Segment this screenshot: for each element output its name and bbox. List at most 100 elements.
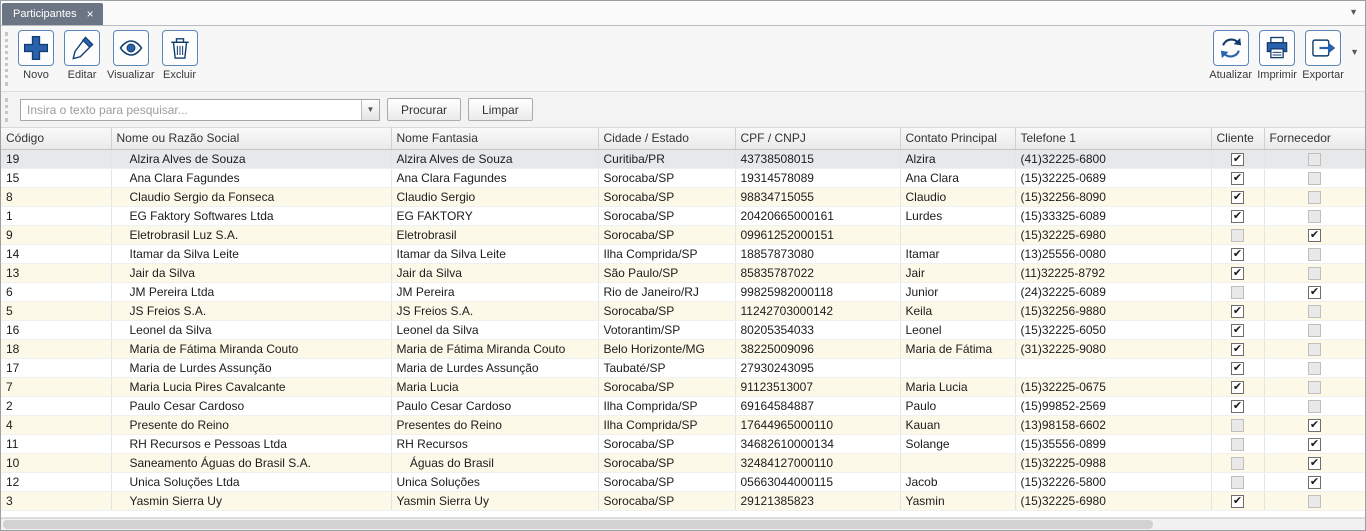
cliente-checkbox[interactable]: [1231, 286, 1244, 299]
table-row[interactable]: 2Paulo Cesar CardosoPaulo Cesar CardosoI…: [1, 396, 1365, 415]
novo-button[interactable]: Novo: [13, 29, 59, 82]
column-header[interactable]: Nome Fantasia: [391, 128, 598, 149]
fornecedor-checkbox[interactable]: ✔: [1308, 438, 1321, 451]
column-header[interactable]: Código: [1, 128, 111, 149]
cliente-checkbox[interactable]: [1231, 457, 1244, 470]
table-row[interactable]: 19Alzira Alves de SouzaAlzira Alves de S…: [1, 149, 1365, 168]
combo-dropdown-icon[interactable]: ▼: [361, 100, 379, 120]
table-row[interactable]: 6JM Pereira LtdaJM PereiraRio de Janeiro…: [1, 282, 1365, 301]
table-row[interactable]: 17Maria de Lurdes AssunçãoMaria de Lurde…: [1, 358, 1365, 377]
column-header[interactable]: Nome ou Razão Social: [111, 128, 391, 149]
cliente-checkbox[interactable]: ✔: [1231, 210, 1244, 223]
fornecedor-checkbox[interactable]: [1308, 172, 1321, 185]
limpar-button[interactable]: Limpar: [468, 98, 533, 121]
column-header[interactable]: Contato Principal: [900, 128, 1015, 149]
cell-nome: JM Pereira Ltda: [111, 282, 391, 301]
table-row[interactable]: 12Unica Soluções LtdaUnica SoluçõesSoroc…: [1, 472, 1365, 491]
fornecedor-checkbox[interactable]: [1308, 343, 1321, 356]
column-header[interactable]: Telefone 1: [1015, 128, 1211, 149]
fornecedor-checkbox[interactable]: ✔: [1308, 457, 1321, 470]
scrollbar-thumb[interactable]: [3, 520, 1153, 529]
column-header[interactable]: CPF / CNPJ: [735, 128, 900, 149]
procurar-button[interactable]: Procurar: [387, 98, 461, 121]
cell-fornecedor: [1264, 358, 1365, 377]
imprimir-button[interactable]: Imprimir: [1254, 29, 1300, 82]
fornecedor-checkbox[interactable]: [1308, 248, 1321, 261]
fornecedor-checkbox[interactable]: [1308, 400, 1321, 413]
fornecedor-checkbox[interactable]: ✔: [1308, 476, 1321, 489]
searchbar-grip[interactable]: [5, 98, 9, 122]
table-row[interactable]: 9Eletrobrasil Luz S.A.EletrobrasilSoroca…: [1, 225, 1365, 244]
cell-telefone: (11)32225-8792: [1015, 263, 1211, 282]
search-input[interactable]: [21, 100, 361, 120]
table-row[interactable]: 18Maria de Fátima Miranda CoutoMaria de …: [1, 339, 1365, 358]
fornecedor-checkbox[interactable]: [1308, 153, 1321, 166]
cliente-checkbox[interactable]: ✔: [1231, 267, 1244, 280]
column-header[interactable]: Cliente: [1211, 128, 1264, 149]
editar-button[interactable]: Editar: [59, 29, 105, 82]
cell-contato: Maria de Fátima: [900, 339, 1015, 358]
excluir-button[interactable]: Excluir: [157, 29, 203, 82]
table-row[interactable]: 8Claudio Sergio da FonsecaClaudio Sergio…: [1, 187, 1365, 206]
table-row[interactable]: 7Maria Lucia Pires CavalcanteMaria Lucia…: [1, 377, 1365, 396]
cell-fantasia: JM Pereira: [391, 282, 598, 301]
cliente-checkbox[interactable]: ✔: [1231, 324, 1244, 337]
cell-cidade: Sorocaba/SP: [598, 453, 735, 472]
column-header[interactable]: Cidade / Estado: [598, 128, 735, 149]
table-row[interactable]: 16Leonel da SilvaLeonel da SilvaVotorant…: [1, 320, 1365, 339]
atualizar-button[interactable]: Atualizar: [1207, 29, 1254, 82]
table-row[interactable]: 11RH Recursos e Pessoas LtdaRH RecursosS…: [1, 434, 1365, 453]
tab-participantes[interactable]: Participantes ×: [2, 3, 103, 25]
fornecedor-checkbox[interactable]: [1308, 191, 1321, 204]
fornecedor-checkbox[interactable]: [1308, 324, 1321, 337]
table-row[interactable]: 3Yasmin Sierra UyYasmin Sierra UySorocab…: [1, 491, 1365, 510]
cliente-checkbox[interactable]: ✔: [1231, 495, 1244, 508]
visualizar-button[interactable]: Visualizar: [105, 29, 157, 82]
toolbar-overflow-icon[interactable]: ▼: [1350, 47, 1359, 57]
cell-cidade: Ilha Comprida/SP: [598, 415, 735, 434]
cell-cliente: ✔: [1211, 396, 1264, 415]
cliente-checkbox[interactable]: ✔: [1231, 305, 1244, 318]
fornecedor-checkbox[interactable]: [1308, 362, 1321, 375]
fornecedor-checkbox[interactable]: [1308, 210, 1321, 223]
exportar-button[interactable]: Exportar: [1300, 29, 1346, 82]
fornecedor-checkbox[interactable]: ✔: [1308, 229, 1321, 242]
fornecedor-checkbox[interactable]: [1308, 305, 1321, 318]
fornecedor-checkbox[interactable]: ✔: [1308, 286, 1321, 299]
cliente-checkbox[interactable]: [1231, 476, 1244, 489]
fornecedor-checkbox[interactable]: [1308, 495, 1321, 508]
cell-cliente: [1211, 434, 1264, 453]
table-row[interactable]: 1EG Faktory Softwares LtdaEG FAKTORYSoro…: [1, 206, 1365, 225]
cell-contato: Paulo: [900, 396, 1015, 415]
cliente-checkbox[interactable]: ✔: [1231, 362, 1244, 375]
horizontal-scrollbar[interactable]: [1, 518, 1365, 530]
cell-cpf: 80205354033: [735, 320, 900, 339]
cliente-checkbox[interactable]: [1231, 438, 1244, 451]
cliente-checkbox[interactable]: ✔: [1231, 153, 1244, 166]
toolbar-grip[interactable]: [5, 32, 9, 86]
cliente-checkbox[interactable]: ✔: [1231, 191, 1244, 204]
cell-cidade: Belo Horizonte/MG: [598, 339, 735, 358]
close-icon[interactable]: ×: [87, 8, 94, 20]
table-row[interactable]: 10Saneamento Águas do Brasil S.A. Águas …: [1, 453, 1365, 472]
fornecedor-checkbox[interactable]: ✔: [1308, 419, 1321, 432]
table-row[interactable]: 15Ana Clara FagundesAna Clara FagundesSo…: [1, 168, 1365, 187]
fornecedor-checkbox[interactable]: [1308, 381, 1321, 394]
column-header[interactable]: Fornecedor: [1264, 128, 1365, 149]
cliente-checkbox[interactable]: [1231, 419, 1244, 432]
table-row[interactable]: 5JS Freios S.A.JS Freios S.A.Sorocaba/SP…: [1, 301, 1365, 320]
table-row[interactable]: 4Presente do ReinoPresentes do ReinoIlha…: [1, 415, 1365, 434]
cell-telefone: (31)32225-9080: [1015, 339, 1211, 358]
table-row[interactable]: 14Itamar da Silva LeiteItamar da Silva L…: [1, 244, 1365, 263]
cliente-checkbox[interactable]: ✔: [1231, 248, 1244, 261]
cell-cliente: ✔: [1211, 206, 1264, 225]
table-row[interactable]: 13Jair da SilvaJair da SilvaSão Paulo/SP…: [1, 263, 1365, 282]
cliente-checkbox[interactable]: ✔: [1231, 343, 1244, 356]
cliente-checkbox[interactable]: ✔: [1231, 400, 1244, 413]
tab-list-dropdown-icon[interactable]: ▼: [1349, 7, 1358, 17]
fornecedor-checkbox[interactable]: [1308, 267, 1321, 280]
grid-body: 19Alzira Alves de SouzaAlzira Alves de S…: [1, 149, 1365, 510]
cliente-checkbox[interactable]: [1231, 229, 1244, 242]
cliente-checkbox[interactable]: ✔: [1231, 381, 1244, 394]
cliente-checkbox[interactable]: ✔: [1231, 172, 1244, 185]
